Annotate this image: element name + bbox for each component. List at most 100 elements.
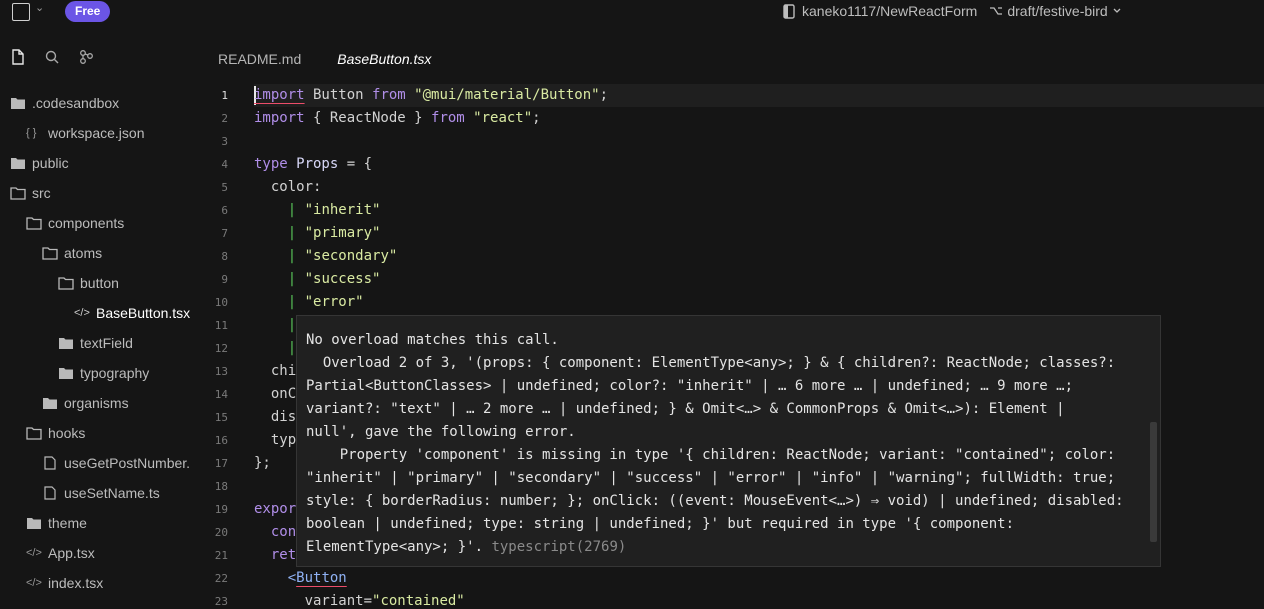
code-token: "contained" — [372, 593, 465, 609]
tree-item-basebutton[interactable]: </> BaseButton.tsx — [74, 302, 190, 324]
tree-item-src[interactable]: src — [10, 182, 51, 204]
tree-item-index-tsx[interactable]: </> index.tsx — [26, 572, 103, 594]
code-token: Button — [304, 87, 373, 103]
code-token: | — [287, 340, 297, 356]
tree-item-codesandbox[interactable]: .codesandbox — [10, 92, 119, 114]
code-token: type — [254, 156, 288, 172]
chevron-down-icon — [1113, 8, 1121, 13]
folder-icon — [42, 396, 58, 410]
code-token: | — [287, 317, 297, 333]
code-line: expor — [254, 501, 297, 517]
line-number: 10 — [214, 296, 228, 309]
code-token: = { — [338, 156, 373, 172]
code-line: typ — [254, 432, 297, 448]
code-line: <Button — [254, 567, 347, 590]
code-token: "react" — [464, 110, 533, 126]
tree-item-typography[interactable]: typography — [58, 362, 149, 384]
code-token: variant= — [254, 593, 373, 609]
line-number: 9 — [221, 273, 228, 286]
tooltip-scrollbar[interactable] — [1150, 422, 1157, 542]
tree-item-label: hooks — [48, 425, 86, 441]
tooltip-line: No overload matches this call. — [306, 332, 559, 348]
code-line: type Props = { — [254, 153, 372, 176]
code-line: }; — [254, 455, 271, 471]
error-hover-tooltip[interactable]: No overload matches this call. Overload … — [296, 315, 1161, 567]
code-file-icon: </> — [74, 307, 90, 319]
code-token: from — [372, 87, 406, 103]
code-line: onC — [254, 386, 297, 402]
code-line: con — [254, 524, 297, 540]
line-number: 5 — [221, 181, 228, 194]
tree-item-theme[interactable]: theme — [26, 512, 87, 534]
code-line: | "success" — [254, 268, 381, 291]
repo-info[interactable]: kaneko1117/NewReactForm draft/festive-bi… — [782, 2, 1122, 20]
line-number: 13 — [214, 365, 228, 378]
tree-item-label: theme — [48, 515, 87, 531]
tooltip-line: style: { borderRadius: number; }; onClic… — [306, 493, 1124, 509]
tab-readme[interactable]: README.md — [200, 44, 319, 74]
sidebar-toolbar — [10, 48, 94, 68]
code-token: "primary" — [304, 225, 381, 241]
logo-icon[interactable] — [12, 3, 30, 21]
tooltip-line: ElementType<any>; }'. typescript(2769) — [306, 536, 1151, 559]
files-icon[interactable] — [10, 48, 26, 68]
line-number: 3 — [221, 135, 228, 148]
code-line: chi — [254, 363, 297, 379]
tree-item-label: organisms — [64, 395, 129, 411]
line-number: 20 — [214, 526, 228, 539]
tree-item-usegetpostnumber[interactable]: useGetPostNumber. — [42, 452, 190, 474]
tree-item-label: components — [48, 215, 125, 231]
code-line: color: — [254, 179, 322, 195]
tooltip-text: ElementType<any>; }'. — [306, 539, 484, 555]
folder-open-icon — [42, 246, 58, 260]
tree-item-label: typography — [80, 365, 150, 381]
tree-item-atoms[interactable]: atoms — [42, 242, 102, 264]
git-icon[interactable] — [78, 48, 94, 68]
code-line: | "primary" — [254, 222, 381, 245]
chevron-down-icon[interactable]: ⌄ — [35, 1, 44, 14]
top-bar: ⌄ Free kaneko1117/NewReactForm draft/fes… — [0, 0, 1264, 26]
code-line: | "inherit" — [254, 199, 381, 222]
tree-item-components[interactable]: components — [26, 212, 124, 234]
line-number: 12 — [214, 342, 228, 355]
line-number: 22 — [214, 572, 228, 585]
tree-item-app-tsx[interactable]: </> App.tsx — [26, 542, 95, 564]
json-file-icon: { } — [26, 127, 37, 139]
tree-item-label: useGetPostNumber. — [64, 455, 191, 471]
tooltip-line: Overload 2 of 3, '(props: { component: E… — [306, 355, 1116, 371]
tree-item-usesetname[interactable]: useSetName.ts — [42, 482, 160, 504]
code-line: | — [254, 314, 296, 337]
tree-item-label: useSetName.ts — [64, 485, 160, 501]
tree-item-organisms[interactable]: organisms — [42, 392, 129, 414]
code-token: ; — [532, 110, 541, 126]
line-number: 23 — [214, 595, 228, 608]
line-number: 18 — [214, 480, 228, 493]
file-icon — [42, 486, 58, 500]
tooltip-line: Partial<ButtonClasses> | undefined; colo… — [306, 378, 1074, 394]
code-line: ret — [254, 547, 297, 563]
branch-name: draft/festive-bird — [1007, 3, 1108, 19]
error-source: typescript(2769) — [491, 539, 627, 555]
tree-item-label: src — [32, 185, 51, 201]
line-number: 15 — [214, 411, 228, 424]
tab-basebutton[interactable]: BaseButton.tsx — [319, 44, 449, 74]
branch-selector[interactable]: draft/festive-bird — [989, 3, 1121, 19]
code-token: | — [287, 202, 297, 218]
search-icon[interactable] — [44, 48, 60, 68]
tree-item-textfield[interactable]: textField — [58, 332, 133, 354]
code-token: | — [287, 248, 297, 264]
tree-item-hooks[interactable]: hooks — [26, 422, 85, 444]
plan-badge[interactable]: Free — [65, 1, 111, 22]
folder-open-icon — [26, 426, 42, 440]
tree-item-label: index.tsx — [48, 575, 104, 591]
tree-item-public[interactable]: public — [10, 152, 69, 174]
code-line: import { ReactNode } from "react"; — [254, 107, 541, 130]
tree-item-workspace-json[interactable]: { } workspace.json — [26, 122, 145, 144]
tree-item-label: public — [32, 155, 69, 171]
code-token: Props — [287, 156, 339, 172]
folder-icon — [10, 156, 26, 170]
tree-item-label: button — [80, 275, 119, 291]
tree-item-button[interactable]: button — [58, 272, 119, 294]
code-token: "success" — [304, 271, 381, 287]
tooltip-line: "inherit" | "primary" | "secondary" | "s… — [306, 470, 1116, 486]
